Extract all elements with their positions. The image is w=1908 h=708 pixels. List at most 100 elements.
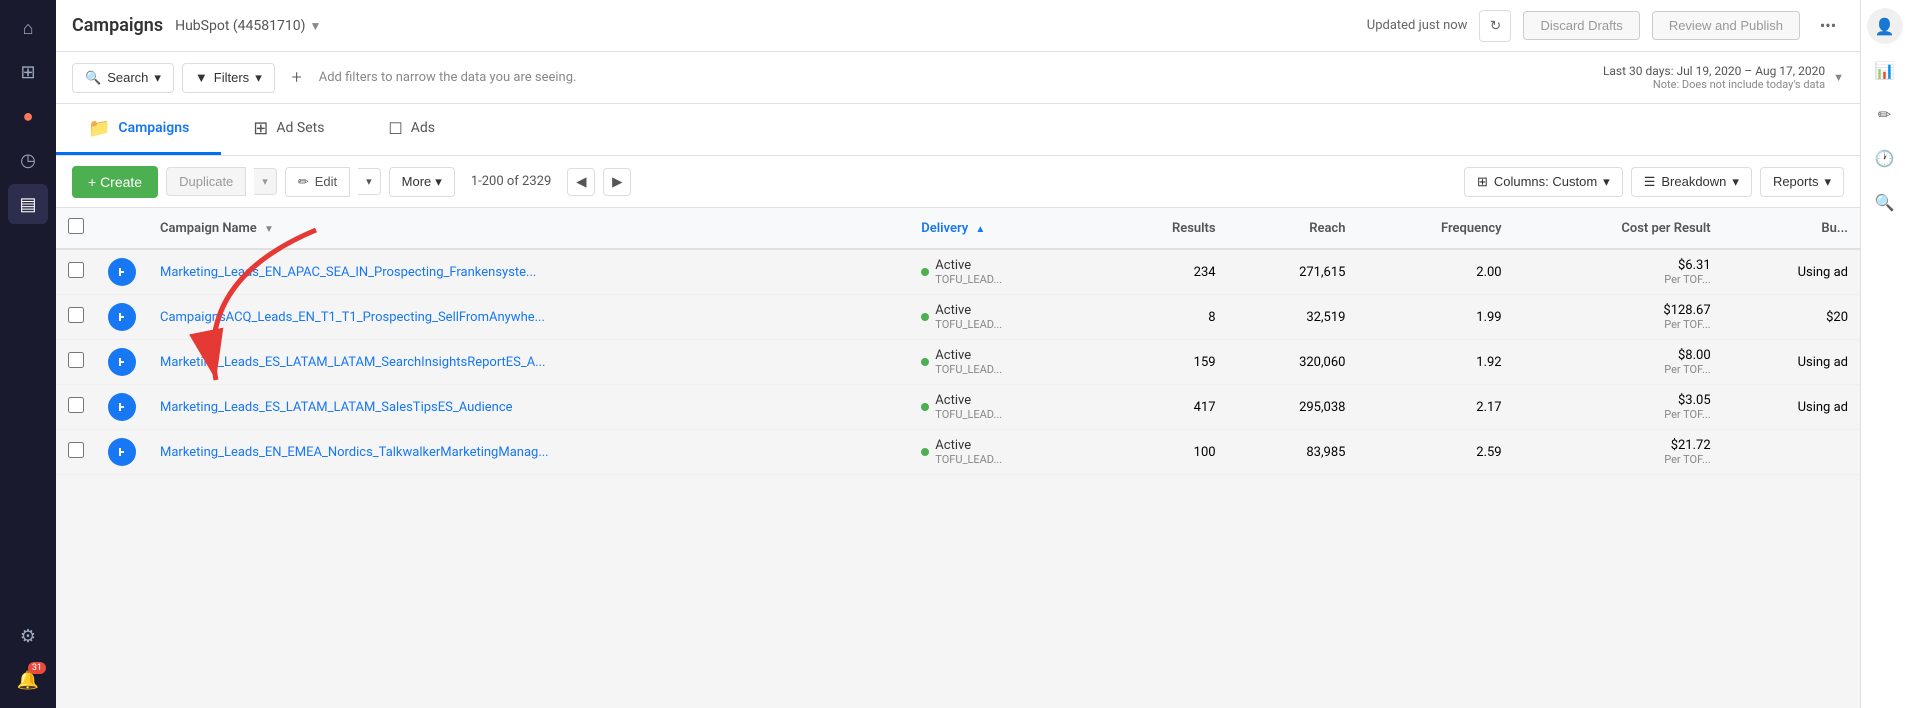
sidebar-icon-table[interactable]: ▤ xyxy=(8,184,48,224)
row-name-cell: Marketing_Leads_EN_APAC_SEA_IN_Prospecti… xyxy=(148,249,909,295)
left-sidebar: ⌂ ⊞ ● ◷ ▤ ⚙ 🔔 31 xyxy=(0,0,56,708)
add-filter-button[interactable]: + xyxy=(283,64,311,92)
breakdown-chevron-icon: ▾ xyxy=(1732,174,1739,190)
row-frequency-cell: 1.92 xyxy=(1357,340,1513,385)
delivery-status: Active TOFU_LEAD... xyxy=(921,303,1091,331)
delivery-text: Active xyxy=(935,258,1002,273)
filters-label: Filters xyxy=(214,70,249,85)
delivery-text: Active xyxy=(935,438,1002,453)
row-results-cell: 159 xyxy=(1103,340,1228,385)
campaign-icon xyxy=(108,393,136,421)
campaign-name-link[interactable]: Marketing_Leads_ES_LATAM_LATAM_SearchIns… xyxy=(160,355,546,370)
status-dot xyxy=(921,358,929,366)
date-range-chevron-icon: ▼ xyxy=(1833,71,1844,84)
right-sidebar-icon-pencil[interactable]: ✏ xyxy=(1867,96,1903,132)
breakdown-button[interactable]: ☰ Breakdown ▾ xyxy=(1631,167,1752,197)
delivery-status: Active TOFU_LEAD... xyxy=(921,348,1091,376)
right-sidebar-icon-clock[interactable]: 🕐 xyxy=(1867,140,1903,176)
row-icon-cell xyxy=(96,430,148,475)
row-checkbox-4[interactable] xyxy=(68,442,84,458)
delivery-status: Active TOFU_LEAD... xyxy=(921,258,1091,286)
duplicate-button[interactable]: Duplicate xyxy=(166,167,246,196)
main-content: Campaigns HubSpot (44581710) ▼ Updated j… xyxy=(56,0,1860,708)
filter-bar: 🔍 Search ▾ ▼ Filters ▾ + Add filters to … xyxy=(56,52,1860,104)
create-button[interactable]: + Create xyxy=(72,166,158,198)
row-reach-cell: 320,060 xyxy=(1228,340,1358,385)
cost-sub-text: Per TOF... xyxy=(1526,453,1711,466)
sidebar-icon-hubspot[interactable]: ● xyxy=(8,96,48,136)
edit-dropdown-button[interactable]: ▾ xyxy=(358,168,381,195)
date-range-selector[interactable]: Last 30 days: Jul 19, 2020 – Aug 17, 202… xyxy=(1603,64,1825,91)
columns-chevron-icon: ▾ xyxy=(1603,174,1610,190)
cost-value: $128.67 xyxy=(1526,303,1711,318)
row-frequency-cell: 2.17 xyxy=(1357,385,1513,430)
previous-page-button[interactable]: ◀ xyxy=(567,168,595,196)
pagination-info: 1-200 of 2329 xyxy=(471,174,551,189)
table-row: CampaignsACQ_Leads_EN_T1_T1_Prospecting_… xyxy=(56,295,1860,340)
row-checkbox-2[interactable] xyxy=(68,352,84,368)
row-results-cell: 417 xyxy=(1103,385,1228,430)
row-reach-cell: 83,985 xyxy=(1228,430,1358,475)
columns-icon: ⊞ xyxy=(1477,174,1488,190)
discard-drafts-button[interactable]: Discard Drafts xyxy=(1523,11,1639,40)
cost-value: $3.05 xyxy=(1526,393,1711,408)
sidebar-icon-home[interactable]: ⌂ xyxy=(8,8,48,48)
edit-icon: ✏ xyxy=(298,174,309,190)
search-label: Search xyxy=(107,70,148,85)
reports-button[interactable]: Reports ▾ xyxy=(1760,167,1844,197)
row-results-cell: 234 xyxy=(1103,249,1228,295)
header-more-button[interactable]: ••• xyxy=(1812,10,1844,42)
edit-button[interactable]: ✏ Edit xyxy=(285,167,350,197)
filters-button[interactable]: ▼ Filters ▾ xyxy=(182,63,275,93)
columns-label: Columns: Custom xyxy=(1494,174,1597,189)
sidebar-icon-notifications[interactable]: 🔔 31 xyxy=(8,660,48,700)
right-sidebar-icon-search[interactable]: 🔍 xyxy=(1867,184,1903,220)
tab-navigation: 📁 Campaigns ⊞ Ad Sets ☐ Ads xyxy=(56,104,1860,156)
cost-value: $6.31 xyxy=(1526,258,1711,273)
delivery-text: Active xyxy=(935,348,1002,363)
tab-campaigns[interactable]: 📁 Campaigns xyxy=(56,104,221,155)
campaign-name-link[interactable]: Marketing_Leads_EN_APAC_SEA_IN_Prospecti… xyxy=(160,265,536,280)
reports-chevron-icon: ▾ xyxy=(1824,174,1831,190)
tab-ads[interactable]: ☐ Ads xyxy=(356,104,467,155)
update-status: Updated just now xyxy=(1367,18,1468,33)
duplicate-dropdown-button[interactable]: ▾ xyxy=(254,168,277,195)
campaign-name-link[interactable]: Marketing_Leads_ES_LATAM_LATAM_SalesTips… xyxy=(160,400,513,415)
tab-adsets[interactable]: ⊞ Ad Sets xyxy=(221,104,356,155)
filter-hint-text: Add filters to narrow the data you are s… xyxy=(319,70,577,85)
review-publish-button[interactable]: Review and Publish xyxy=(1652,11,1800,40)
row-checkbox-0[interactable] xyxy=(68,262,84,278)
row-frequency-cell: 2.59 xyxy=(1357,430,1513,475)
campaign-name-sort-icon[interactable]: ▼ xyxy=(264,224,274,235)
row-icon-cell xyxy=(96,295,148,340)
campaign-name-link[interactable]: Marketing_Leads_EN_EMEA_Nordics_Talkwalk… xyxy=(160,445,549,460)
row-name-cell: CampaignsACQ_Leads_EN_T1_T1_Prospecting_… xyxy=(148,295,909,340)
sidebar-icon-settings[interactable]: ⚙ xyxy=(8,616,48,656)
row-checkbox-cell xyxy=(56,430,96,475)
refresh-button[interactable]: ↻ xyxy=(1479,10,1511,42)
search-button[interactable]: 🔍 Search ▾ xyxy=(72,63,174,93)
columns-button[interactable]: ⊞ Columns: Custom ▾ xyxy=(1464,167,1623,197)
delivery-sort-icon[interactable]: ▲ xyxy=(975,224,985,235)
right-sidebar-icon-person[interactable]: 👤 xyxy=(1867,8,1903,44)
table-row: Marketing_Leads_EN_EMEA_Nordics_Talkwalk… xyxy=(56,430,1860,475)
row-cost-cell: $128.67 Per TOF... xyxy=(1514,295,1723,340)
right-sidebar-icon-chart[interactable]: 📊 xyxy=(1867,52,1903,88)
toolbar: + Create Duplicate ▾ ✏ Edit ▾ More ▾ 1-2… xyxy=(56,156,1860,208)
table-row: Marketing_Leads_EN_APAC_SEA_IN_Prospecti… xyxy=(56,249,1860,295)
ads-tab-icon: ☐ xyxy=(388,119,402,138)
row-checkbox-3[interactable] xyxy=(68,397,84,413)
next-page-button[interactable]: ▶ xyxy=(603,168,631,196)
more-button[interactable]: More ▾ xyxy=(389,167,455,197)
campaign-name-link[interactable]: CampaignsACQ_Leads_EN_T1_T1_Prospecting_… xyxy=(160,310,545,325)
delivery-status: Active TOFU_LEAD... xyxy=(921,393,1091,421)
row-checkbox-1[interactable] xyxy=(68,307,84,323)
sidebar-icon-clock[interactable]: ◷ xyxy=(8,140,48,180)
campaigns-table: Campaign Name ▼ Delivery ▲ Results Reach… xyxy=(56,208,1860,475)
row-name-cell: Marketing_Leads_ES_LATAM_LATAM_SalesTips… xyxy=(148,385,909,430)
select-all-checkbox[interactable] xyxy=(68,218,84,234)
filters-chevron-icon: ▾ xyxy=(255,70,262,86)
delivery-header: Delivery ▲ xyxy=(909,208,1103,249)
sidebar-icon-grid[interactable]: ⊞ xyxy=(8,52,48,92)
account-selector[interactable]: HubSpot (44581710) ▼ xyxy=(175,18,321,34)
